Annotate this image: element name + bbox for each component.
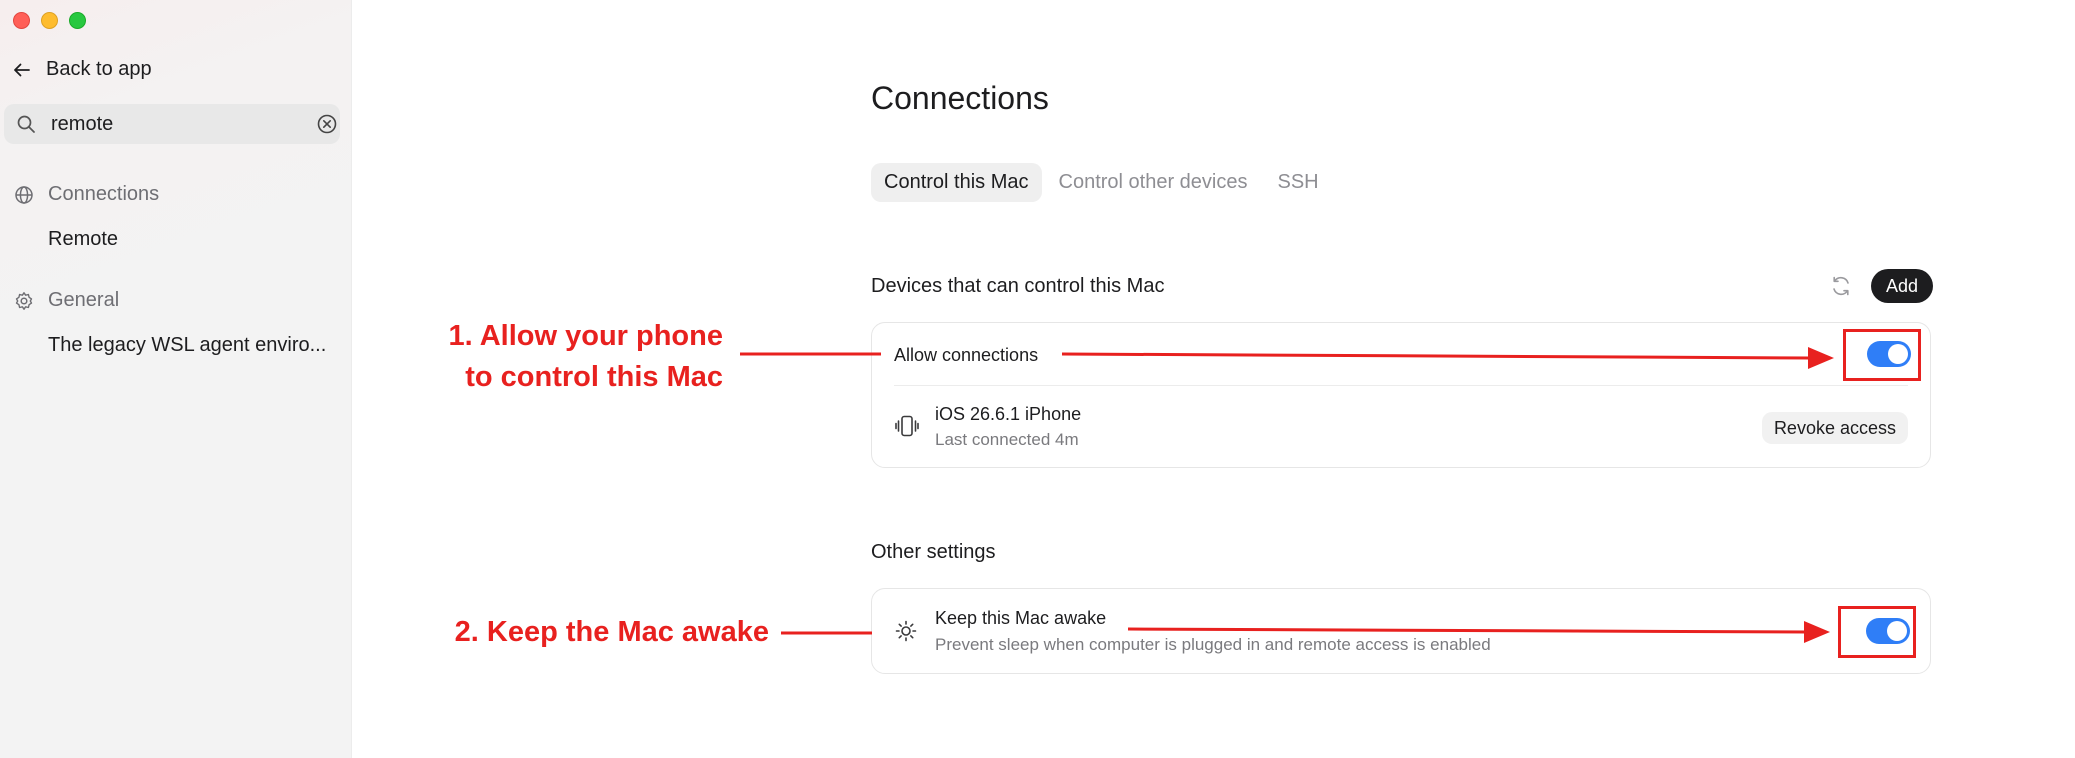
back-to-app-link[interactable]: Back to app [12,58,152,81]
highlight-box-allow-toggle [1843,329,1921,381]
tab-control-this-mac[interactable]: Control this Mac [871,163,1042,202]
nav-group-connections: Connections [14,183,159,206]
sun-icon [895,620,917,642]
minimize-window-button[interactable] [41,12,58,29]
devices-section-title: Devices that can control this Mac [871,275,1165,297]
annotation-step-1: 1. Allow your phone to control this Mac [420,316,723,398]
window-controls [13,12,86,29]
keep-awake-label: Keep this Mac awake [935,608,1107,628]
search-input[interactable] [51,104,316,144]
device-name: iOS 26.6.1 iPhone [935,404,1082,424]
nav-group-label: General [48,289,120,311]
clear-search-icon[interactable] [316,113,338,135]
search-icon [17,115,35,133]
arrow-left-icon [14,63,30,76]
highlight-box-awake-toggle [1838,606,1916,658]
tab-ssh[interactable]: SSH [1264,163,1331,202]
nav-group-label: Connections [48,183,160,205]
annotation-step-2: 2. Keep the Mac awake [454,616,769,648]
add-device-button[interactable]: Add [1871,269,1934,303]
other-settings-title: Other settings [871,541,996,563]
devices-card: Allow connections iOS 26.6.1 iPhone Last… [871,322,1931,468]
maximize-window-button[interactable] [69,12,86,29]
close-window-button[interactable] [13,12,30,29]
device-last-connected: Last connected 4m [935,430,1079,449]
globe-icon [15,185,33,204]
sidebar-item-remote[interactable]: Remote [48,228,118,251]
settings-search [4,104,340,144]
connections-tabs: Control this Mac Control other devices S… [871,163,1332,202]
refresh-icon[interactable] [1829,274,1853,298]
annotation-step-1-line-2: to control this Mac [465,361,723,393]
gear-icon [15,291,33,310]
nav-group-general: General [14,289,119,312]
sidebar-item-wsl-agent[interactable]: The legacy WSL agent enviro... [48,334,326,357]
page-title: Connections [871,80,1049,116]
other-settings-card: Keep this Mac awake Prevent sleep when c… [871,588,1931,674]
phone-vibrate-icon [895,415,919,437]
revoke-access-button[interactable]: Revoke access [1761,412,1908,444]
tab-control-other-devices[interactable]: Control other devices [1046,163,1261,202]
annotation-step-1-line-1: 1. Allow your phone [448,320,723,352]
back-to-app-label: Back to app [46,58,152,80]
keep-awake-description: Prevent sleep when computer is plugged i… [935,635,1491,654]
allow-connections-label: Allow connections [894,345,1039,365]
row-divider [894,385,1908,386]
sidebar: Back to app Connections Remote General T… [0,0,352,758]
